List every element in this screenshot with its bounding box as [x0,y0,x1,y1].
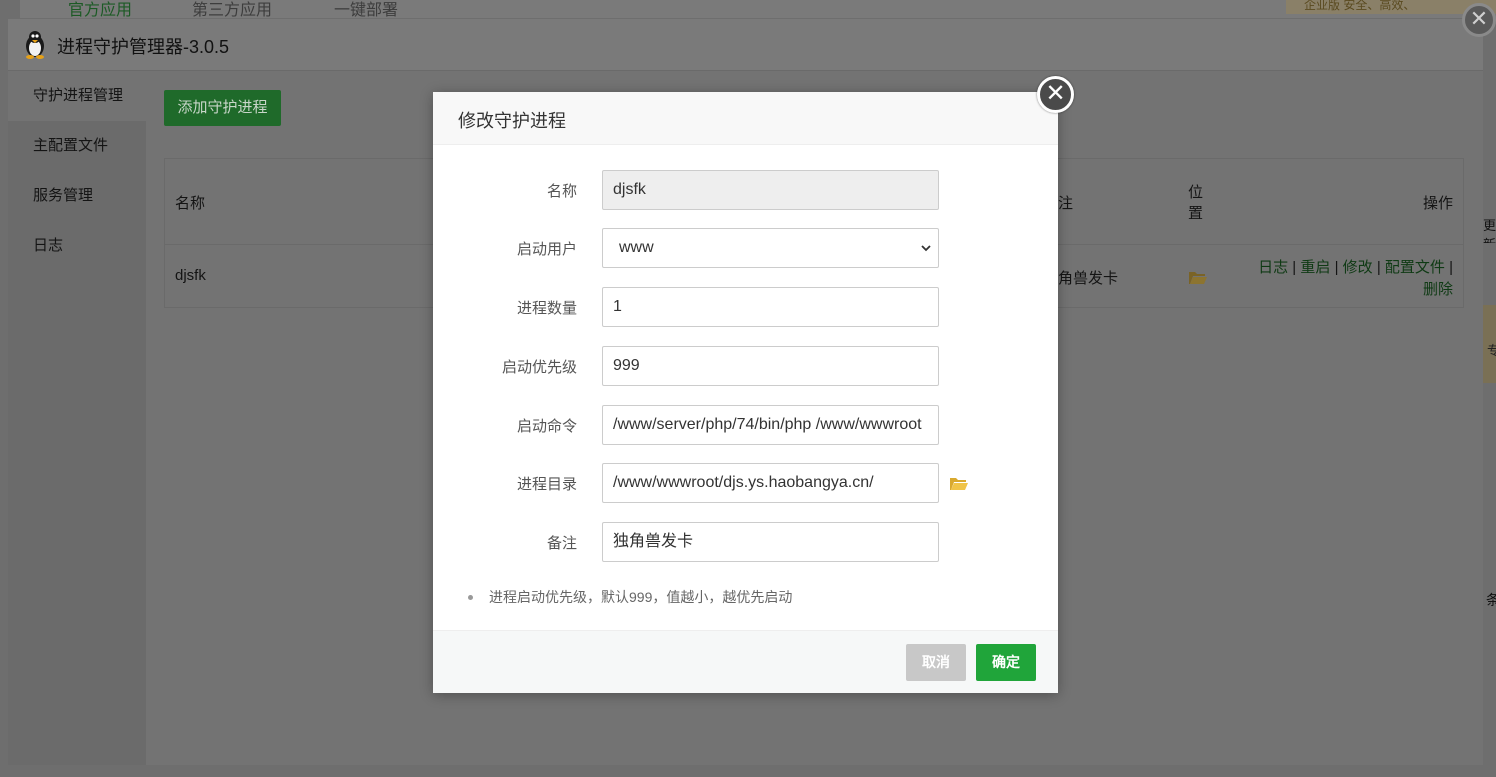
directory-input[interactable]: /www/wwwroot/djs.ys.haobangya.cn/ [602,463,939,503]
add-daemon-button[interactable]: 添加守护进程 [164,90,281,126]
priority-label: 启动优先级 [501,359,577,376]
modal-close-button[interactable]: ✕ [1037,76,1074,113]
cancel-button[interactable]: 取消 [906,644,966,681]
folder-open-icon[interactable] [1188,269,1208,285]
action-config-file[interactable]: 配置文件 [1385,259,1445,276]
tux-penguin-icon [26,31,44,59]
user-select-value: www [619,239,654,256]
bg-tab-third-party: 第三方应用 [192,2,273,19]
field-row-count: 进程数量 1 [433,287,1058,327]
row-note: 角兽发卡 [1058,270,1119,287]
row-actions: 日志 | 重启 | 修改 | 配置文件 | 删除 [1243,257,1453,301]
field-row-directory: 进程目录 /www/wwwroot/djs.ys.haobangya.cn/ [433,463,1058,503]
directory-label: 进程目录 [516,476,577,493]
edge-fragment-panel: 专 [1483,305,1496,383]
dialog-title: 修改守护进程 [458,111,566,131]
dialog-header: 修改守护进程 [433,92,1058,145]
bg-tab-one-click: 一键部署 [334,2,399,19]
note-label: 备注 [546,535,577,552]
header-name: 名称 [175,195,206,212]
header-actions: 操作 [1423,195,1454,212]
field-row-note: 备注 独角兽发卡 [433,522,1058,562]
field-row-user: 启动用户 www [433,228,1058,268]
header-location-2: 置 [1188,205,1204,222]
window-title-bar: 进程守护管理器-3.0.5 [8,19,1483,71]
background-tab-bar: 官方应用 第三方应用 一键部署 [20,0,1496,19]
edge-fragment: 条 [1486,592,1496,608]
priority-input[interactable]: 999 [602,346,939,386]
field-row-command: 启动命令 /www/server/php/74/bin/php /www/www… [433,405,1058,445]
chevron-down-icon [921,245,931,252]
sidebar-item-service-manage[interactable]: 服务管理 [8,171,146,221]
user-select[interactable]: www [602,228,939,268]
row-name: djsfk [175,267,206,284]
separator: | [1292,259,1297,276]
header-location-1: 位 [1188,184,1204,201]
separator: | [1334,259,1339,276]
count-input[interactable]: 1 [602,287,939,327]
command-label: 启动命令 [516,418,577,435]
action-delete[interactable]: 删除 [1423,281,1453,298]
header-note: 注 [1058,195,1074,212]
edit-daemon-dialog: 修改守护进程 名称 djsfk 启动用户 www 进程数量 1 启动优先级 99… [433,92,1058,693]
edge-fragment: 更新 [1483,215,1496,243]
sidebar-item-log[interactable]: 日志 [8,221,146,271]
window-title: 进程守护管理器-3.0.5 [57,37,230,57]
name-label: 名称 [546,183,577,200]
sidebar-item-main-config[interactable]: 主配置文件 [8,121,146,171]
note-input[interactable]: 独角兽发卡 [602,522,939,562]
bg-tab-official: 官方应用 [68,2,133,19]
command-input[interactable]: /www/server/php/74/bin/php /www/wwwroot [602,405,939,445]
count-label: 进程数量 [516,300,577,317]
name-input[interactable]: djsfk [602,170,939,210]
confirm-button[interactable]: 确定 [976,644,1036,681]
edge-fragment-text: 专 [1487,343,1496,358]
action-log[interactable]: 日志 [1258,259,1288,276]
folder-open-icon[interactable] [949,475,969,491]
dialog-footer: 取消 确定 [433,630,1058,693]
separator: | [1376,259,1381,276]
field-row-priority: 启动优先级 999 [433,346,1058,386]
action-restart[interactable]: 重启 [1300,259,1330,276]
user-label: 启动用户 [516,241,577,258]
window-close-button[interactable]: ✕ [1462,3,1496,37]
priority-tip: 进程启动优先级，默认999，值越小，越优先启动 [467,589,793,605]
field-row-name: 名称 djsfk [433,170,1058,210]
separator: | [1449,259,1453,276]
action-edit[interactable]: 修改 [1343,259,1373,276]
sidebar-item-daemon-manage[interactable]: 守护进程管理 [8,71,146,121]
sidebar: 守护进程管理 主配置文件 服务管理 日志 [8,71,146,765]
